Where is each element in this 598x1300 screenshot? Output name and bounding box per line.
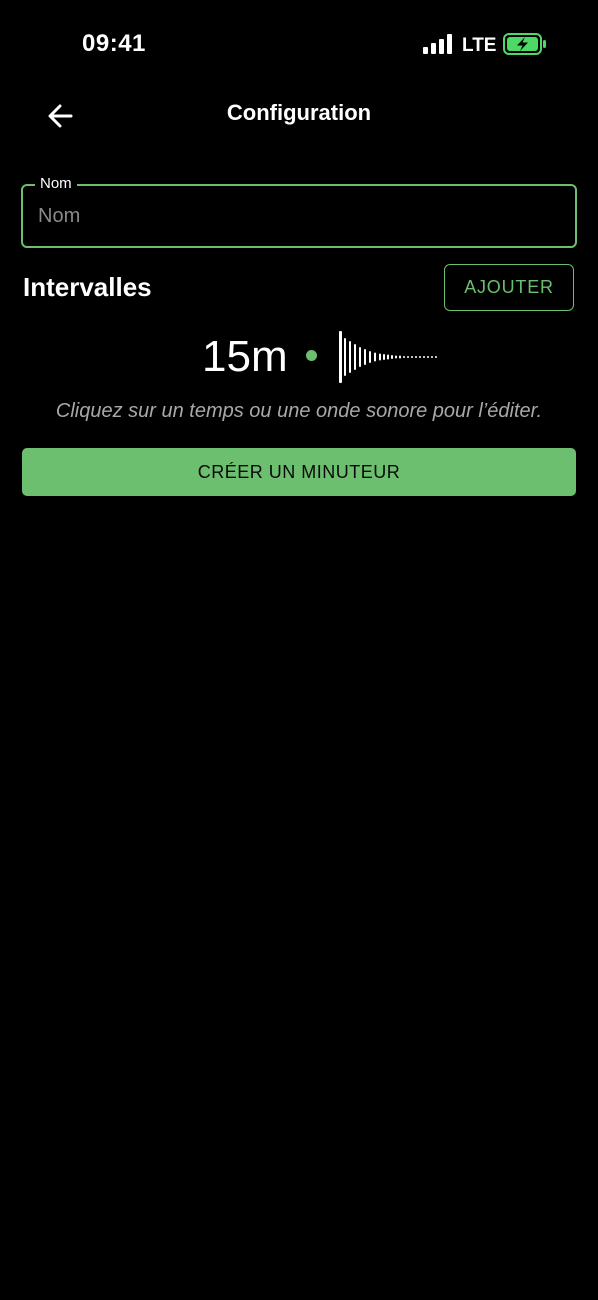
name-input[interactable] [38,198,558,234]
name-field[interactable]: Nom [21,175,577,248]
network-type: LTE [462,35,497,56]
intervals-heading: Intervalles [23,272,152,302]
interval-time[interactable]: 15m [202,332,288,382]
sound-wave-icon[interactable] [336,330,440,384]
status-time: 09:41 [82,30,146,57]
hint-text: Cliquez sur un temps ou une onde sonore … [55,400,543,422]
page-title: Configuration [226,100,372,125]
interval-item: 15m [0,326,598,386]
add-interval-button[interactable]: AJOUTER [444,264,574,311]
battery-charging-icon [503,33,546,55]
status-bar: 09:41 LTE [0,0,598,88]
interval-separator-dot [306,350,317,361]
create-timer-button[interactable]: CRÉER UN MINUTEUR [22,448,576,496]
signal-bars-icon [423,34,452,54]
name-field-label: Nom [35,175,77,192]
